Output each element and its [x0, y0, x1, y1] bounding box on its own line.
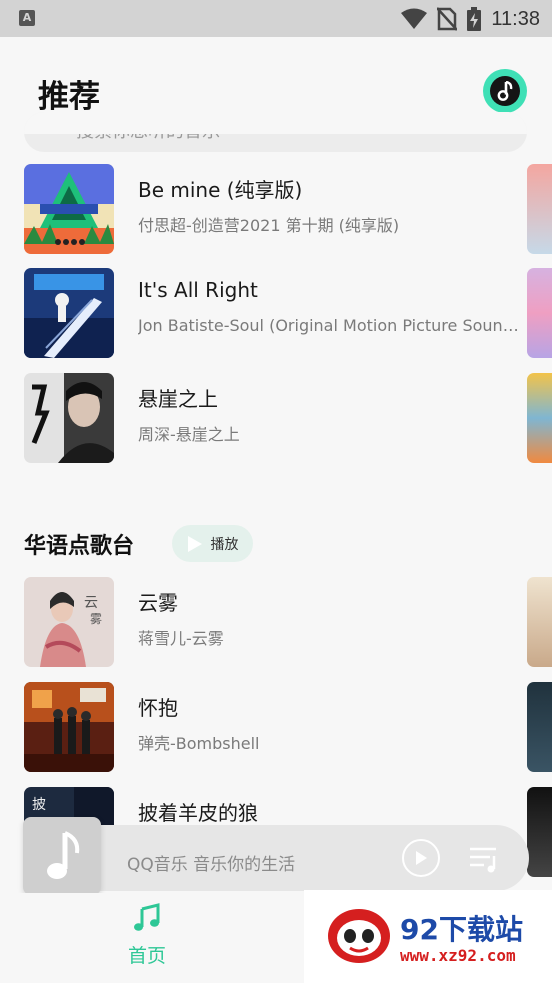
watermark: 92下载站 www.xz92.com: [304, 890, 552, 983]
song-subtitle: 弹壳-Bombshell: [138, 734, 260, 753]
next-column-cover[interactable]: [527, 164, 552, 254]
song-title: It's All Right: [138, 278, 258, 302]
battery-charging-icon: [467, 7, 482, 31]
song-title: 怀抱: [138, 696, 178, 720]
notification-app-icon: A: [19, 10, 35, 26]
svg-text:雾: 雾: [90, 612, 102, 626]
next-column-cover[interactable]: [527, 577, 552, 667]
wifi-icon: [401, 8, 428, 29]
watermark-logo-icon: [328, 909, 390, 963]
next-column-cover[interactable]: [527, 373, 552, 463]
svg-text:披: 披: [32, 797, 46, 813]
page-title: 推荐: [38, 79, 100, 115]
music-note-icon: [47, 831, 80, 879]
search-input[interactable]: 搜索你想听的音乐: [24, 112, 527, 152]
next-column-cover[interactable]: [527, 268, 552, 358]
nav-home-label: 首页: [127, 945, 166, 967]
next-column-cover[interactable]: [527, 787, 552, 877]
song-title: 云雾: [138, 591, 178, 615]
song-row[interactable]: 怀抱 弹壳-Bombshell: [24, 682, 552, 772]
song-subtitle: 付思超-创造营2021 第十期 (纯享版): [138, 216, 400, 235]
album-cover: [24, 164, 114, 254]
song-row[interactable]: Be mine (纯享版) 付思超-创造营2021 第十期 (纯享版): [24, 164, 552, 254]
status-bar: A 11:38: [0, 0, 552, 37]
status-time: 11:38: [491, 7, 540, 30]
play-icon: [187, 535, 202, 552]
song-title: 悬崖之上: [138, 387, 218, 411]
album-cover: [24, 373, 114, 463]
nav-home[interactable]: 首页: [117, 903, 177, 968]
song-subtitle: 蒋雪儿-云雾: [138, 629, 224, 648]
watermark-brand: 92下载站: [400, 913, 523, 946]
mini-player-text: QQ音乐 音乐你的生活: [127, 855, 296, 875]
svg-text:云: 云: [84, 595, 98, 611]
song-title: 披着羊皮的狼: [138, 801, 258, 825]
album-cover: 云 雾: [24, 577, 114, 667]
now-playing-button[interactable]: [483, 69, 527, 113]
play-icon: [416, 851, 427, 865]
song-row[interactable]: 云 雾 云雾 蒋雪儿-云雾: [24, 577, 552, 667]
mini-player-cover[interactable]: [23, 817, 137, 895]
mini-play-button[interactable]: [402, 839, 440, 877]
album-cover: [24, 682, 114, 772]
song-row[interactable]: 悬崖之上 周深-悬崖之上: [24, 373, 552, 463]
song-row[interactable]: It's All Right Jon Batiste-Soul (Origina…: [24, 268, 552, 358]
watermark-url: www.xz92.com: [400, 946, 516, 965]
playlist-icon[interactable]: [468, 844, 502, 874]
album-cover: [24, 268, 114, 358]
music-note-icon: [497, 81, 513, 101]
no-sim-icon: [437, 7, 458, 31]
play-label: 播放: [210, 536, 239, 553]
music-note-icon: [134, 903, 160, 931]
next-column-cover[interactable]: [527, 682, 552, 772]
section-play-button[interactable]: 播放: [172, 525, 253, 562]
song-subtitle: Jon Batiste-Soul (Original Motion Pictur…: [138, 316, 528, 335]
section-title: 华语点歌台: [24, 534, 135, 559]
song-title: Be mine (纯享版): [138, 178, 303, 202]
song-subtitle: 周深-悬崖之上: [138, 425, 240, 444]
